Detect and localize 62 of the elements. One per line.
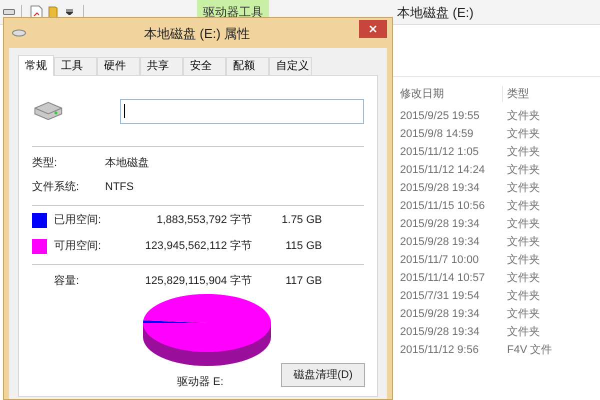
space-size: 115 GB bbox=[284, 238, 322, 254]
tab[interactable]: 硬件 bbox=[97, 57, 140, 75]
type-cell-text: 文件夹 bbox=[506, 108, 540, 124]
close-icon bbox=[369, 25, 377, 33]
drive-label: 驱动器 E: bbox=[177, 375, 224, 390]
folder-icon[interactable] bbox=[48, 4, 58, 20]
space-size: 1.75 GB bbox=[280, 212, 322, 228]
date-cell-text: 2015/9/28 19:34 bbox=[399, 306, 481, 322]
capacity-size: 117 GB bbox=[284, 274, 322, 288]
space-bytes: 123,945,562,112 字节 bbox=[144, 238, 252, 254]
type-cell-text: 文件夹 bbox=[506, 252, 540, 268]
date-cell-text: 2015/9/28 19:34 bbox=[399, 216, 481, 232]
date-cell-text: 2015/11/7 10:00 bbox=[399, 252, 480, 268]
capacity-bytes: 125,829,115,904 字节 bbox=[144, 274, 252, 288]
date-cell-text: 2015/9/25 19:55 bbox=[399, 108, 481, 124]
window-title: 本地磁盘 (E:) bbox=[397, 4, 474, 22]
date-cell-text: 2015/9/28 19:34 bbox=[399, 324, 481, 340]
type-cell-text: 文件夹 bbox=[506, 270, 540, 286]
type-cell-text: 文件夹 bbox=[506, 324, 540, 340]
type-cell-text: 文件夹 bbox=[506, 198, 540, 214]
date-cell-text: 2015/11/14 10:57 bbox=[399, 270, 486, 286]
date-cell-text: 2015/9/8 14:59 bbox=[399, 126, 474, 142]
tab[interactable]: 安全 bbox=[183, 57, 226, 75]
date-cell-text: 2015/9/28 19:34 bbox=[399, 234, 481, 250]
type-cell-text: 文件夹 bbox=[506, 144, 540, 160]
drive-icon[interactable] bbox=[3, 8, 15, 16]
date-cell-text: 2015/11/12 1:05 bbox=[399, 144, 480, 160]
document-icon[interactable] bbox=[30, 4, 43, 20]
drive-icon bbox=[12, 29, 26, 37]
date-cell-text: 2015/9/28 19:34 bbox=[399, 180, 481, 196]
dialog-title: 本地磁盘 (E:) 属性 bbox=[144, 25, 250, 43]
column-header[interactable]: 类型 bbox=[502, 86, 529, 102]
type-cell-text: 文件夹 bbox=[506, 216, 540, 232]
date-cell-text: 2015/11/12 9:56 bbox=[399, 342, 480, 358]
tab[interactable]: 配额 bbox=[226, 57, 269, 75]
type-cell-text: 文件夹 bbox=[506, 288, 540, 304]
type-cell-text: 文件夹 bbox=[506, 180, 540, 196]
tab[interactable]: 常规 bbox=[18, 55, 54, 76]
type-value: 本地磁盘 bbox=[105, 156, 149, 170]
date-cell-text: 2015/11/12 14:24 bbox=[399, 162, 486, 178]
type-cell-text: 文件夹 bbox=[506, 162, 540, 178]
type-label: 类型: bbox=[32, 156, 58, 170]
type-cell-text: 文件夹 bbox=[506, 126, 540, 142]
type-cell-text: 文件夹 bbox=[506, 306, 540, 322]
tab[interactable]: 自定义 bbox=[269, 57, 312, 75]
date-cell-text: 2015/11/15 10:56 bbox=[399, 198, 486, 214]
hard-drive-icon bbox=[32, 100, 65, 122]
disk-cleanup-button[interactable]: 磁盘清理(D) bbox=[281, 363, 365, 387]
space-label: 已用空间: bbox=[54, 212, 102, 228]
name-field[interactable] bbox=[120, 98, 364, 124]
dropdown-icon[interactable] bbox=[66, 9, 73, 15]
tab[interactable]: 工具 bbox=[54, 57, 97, 75]
tab[interactable]: 共享 bbox=[140, 57, 183, 75]
close-button[interactable] bbox=[359, 20, 387, 38]
filesystem-label: 文件系统: bbox=[32, 180, 80, 194]
capacity-label: 容量: bbox=[53, 274, 80, 288]
type-cell-text: F4V 文件 bbox=[506, 342, 552, 358]
date-cell-text: 2015/7/31 19:54 bbox=[399, 288, 481, 304]
type-cell-text: 文件夹 bbox=[506, 234, 540, 250]
space-bytes: 1,883,553,792 字节 bbox=[156, 212, 252, 228]
space-label: 可用空间: bbox=[54, 238, 102, 254]
filesystem-value: NTFS bbox=[105, 180, 134, 194]
